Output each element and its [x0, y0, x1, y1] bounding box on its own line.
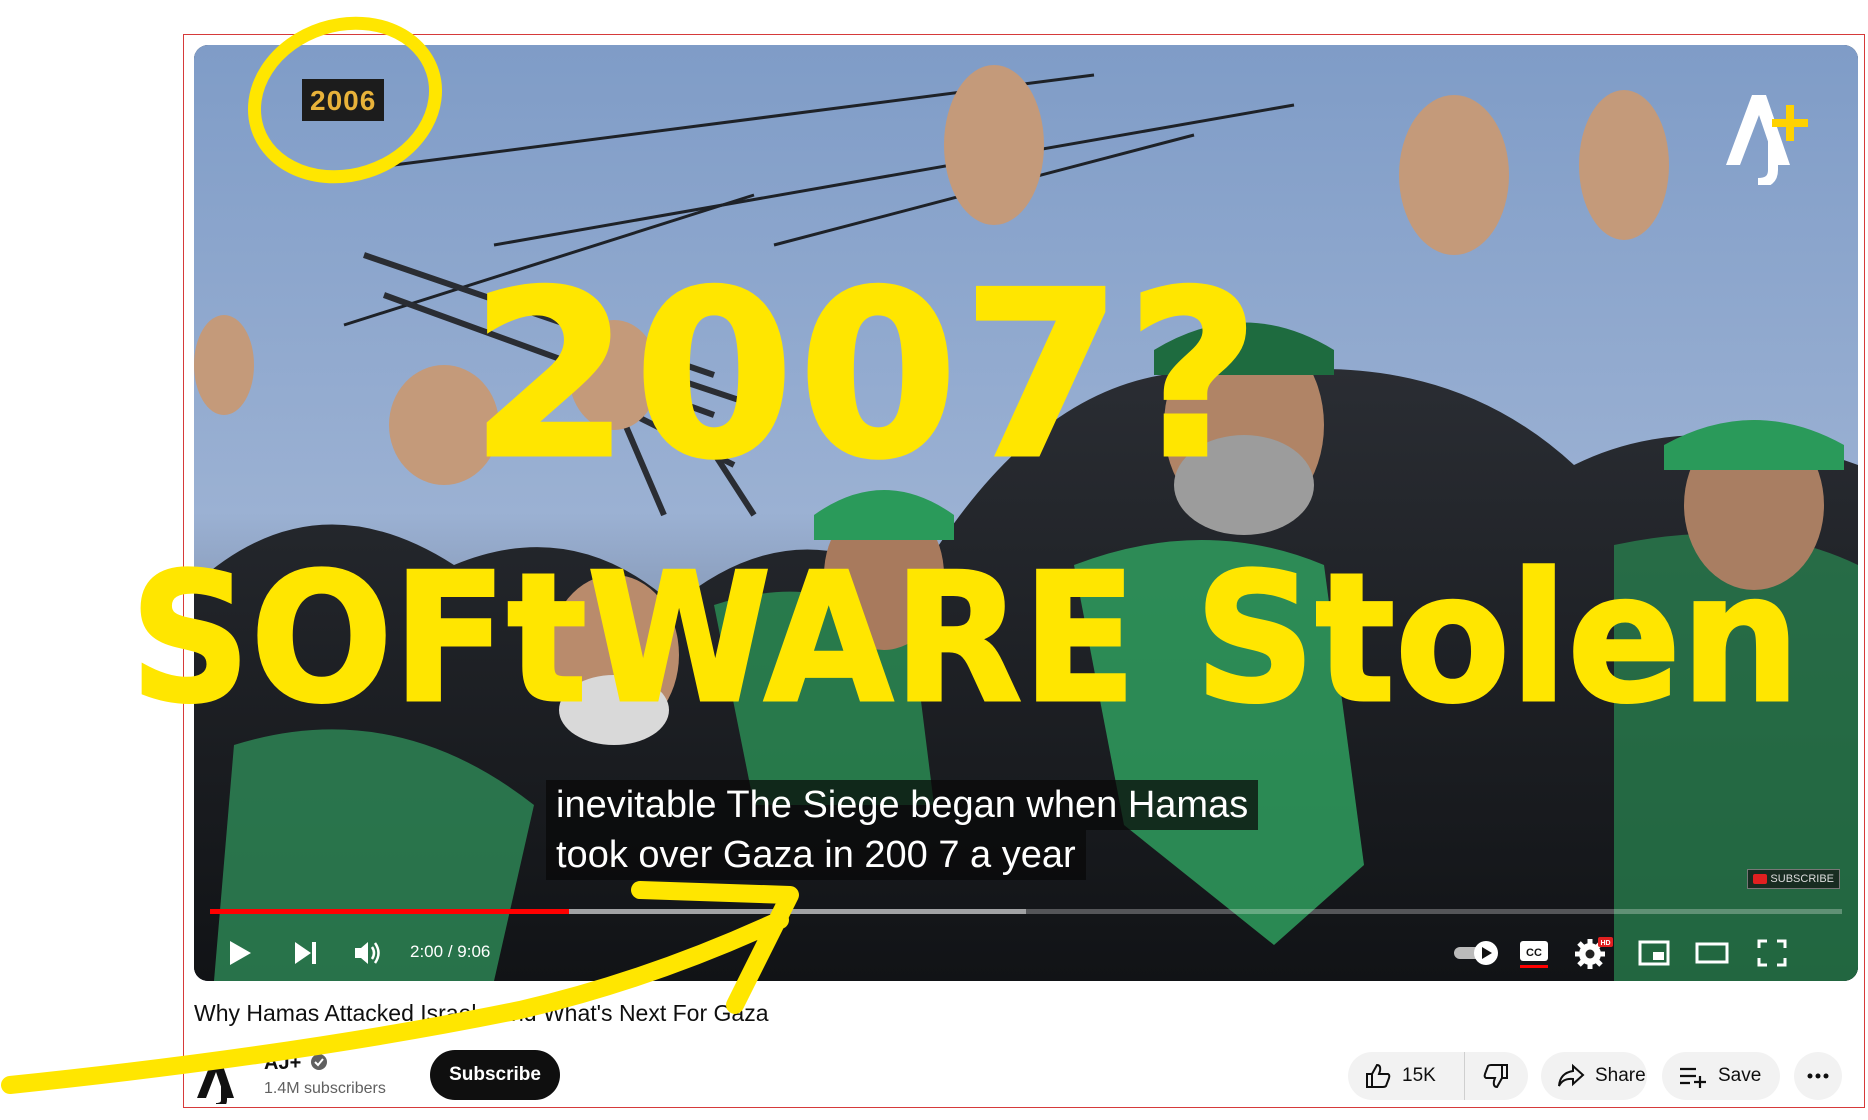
year-badge: 2006 [302, 79, 385, 121]
theater-icon [1695, 942, 1729, 964]
aj-plus-logo [1726, 95, 1808, 185]
channel-avatar[interactable] [194, 1054, 244, 1104]
subscribe-button[interactable]: Subscribe [430, 1050, 560, 1100]
like-button[interactable]: 15K [1348, 1052, 1465, 1100]
video-title: Why Hamas Attacked Israel - And What's N… [194, 1000, 769, 1026]
like-count: 15K [1402, 1065, 1436, 1086]
like-dislike-group: 15K [1348, 1052, 1528, 1100]
channel-name[interactable]: AJ+ [264, 1052, 301, 1075]
share-label: Share [1595, 1065, 1646, 1086]
settings-icon: HD [1575, 937, 1613, 969]
miniplayer-icon [1638, 940, 1670, 966]
captions-button[interactable]: CC [1512, 931, 1556, 975]
player-controls: 2:00 / 9:06 CC HD [194, 923, 1858, 981]
time-separator: / [443, 942, 458, 961]
caption-line-2: took over Gaza in 200 7 a year [546, 830, 1086, 880]
theater-mode-button[interactable] [1690, 931, 1734, 975]
like-icon [1366, 1063, 1391, 1088]
play-icon [230, 941, 251, 965]
progress-played [210, 909, 570, 914]
cc-label: CC [1526, 947, 1542, 959]
cc-icon: CC [1520, 941, 1548, 968]
volume-button[interactable] [346, 931, 390, 975]
more-actions-button[interactable] [1794, 1052, 1842, 1100]
share-button[interactable]: Share [1541, 1052, 1647, 1100]
caption-line-1: inevitable The Siege began when Hamas [546, 780, 1259, 830]
play-button[interactable] [218, 931, 262, 975]
miniplayer-button[interactable] [1632, 931, 1676, 975]
verified-icon [311, 1054, 327, 1070]
time-current: 2:00 [410, 942, 444, 961]
autoplay-toggle-icon [1454, 941, 1498, 965]
save-button[interactable]: Save [1662, 1052, 1780, 1100]
volume-icon [355, 942, 380, 964]
settings-button[interactable]: HD [1572, 931, 1616, 975]
dislike-icon [1483, 1064, 1509, 1089]
fullscreen-icon [1757, 939, 1787, 967]
save-icon [1680, 1067, 1706, 1088]
video-captions: inevitable The Siege began when Hamas to… [546, 780, 1259, 880]
youtube-icon [1753, 874, 1768, 885]
time-display: 2:00 / 9:06 [410, 942, 490, 962]
next-icon [295, 942, 316, 964]
subscribe-watermark[interactable]: SUBSCRIBE [1747, 869, 1840, 889]
subscriber-count: 1.4M subscribers [264, 1080, 386, 1097]
save-label: Save [1718, 1065, 1762, 1086]
next-button[interactable] [284, 931, 328, 975]
fullscreen-button[interactable] [1750, 931, 1794, 975]
dislike-button[interactable] [1465, 1052, 1528, 1100]
subscribe-watermark-label: SUBSCRIBE [1770, 873, 1834, 885]
autoplay-toggle[interactable] [1450, 931, 1504, 975]
progress-bar[interactable] [210, 909, 1842, 914]
hd-badge: HD [1600, 940, 1610, 947]
time-total: 9:06 [457, 942, 491, 961]
video-player[interactable]: 2006 inevitable The Siege began when Ham… [194, 45, 1858, 981]
more-icon [1807, 1073, 1829, 1079]
share-icon [1558, 1063, 1585, 1087]
